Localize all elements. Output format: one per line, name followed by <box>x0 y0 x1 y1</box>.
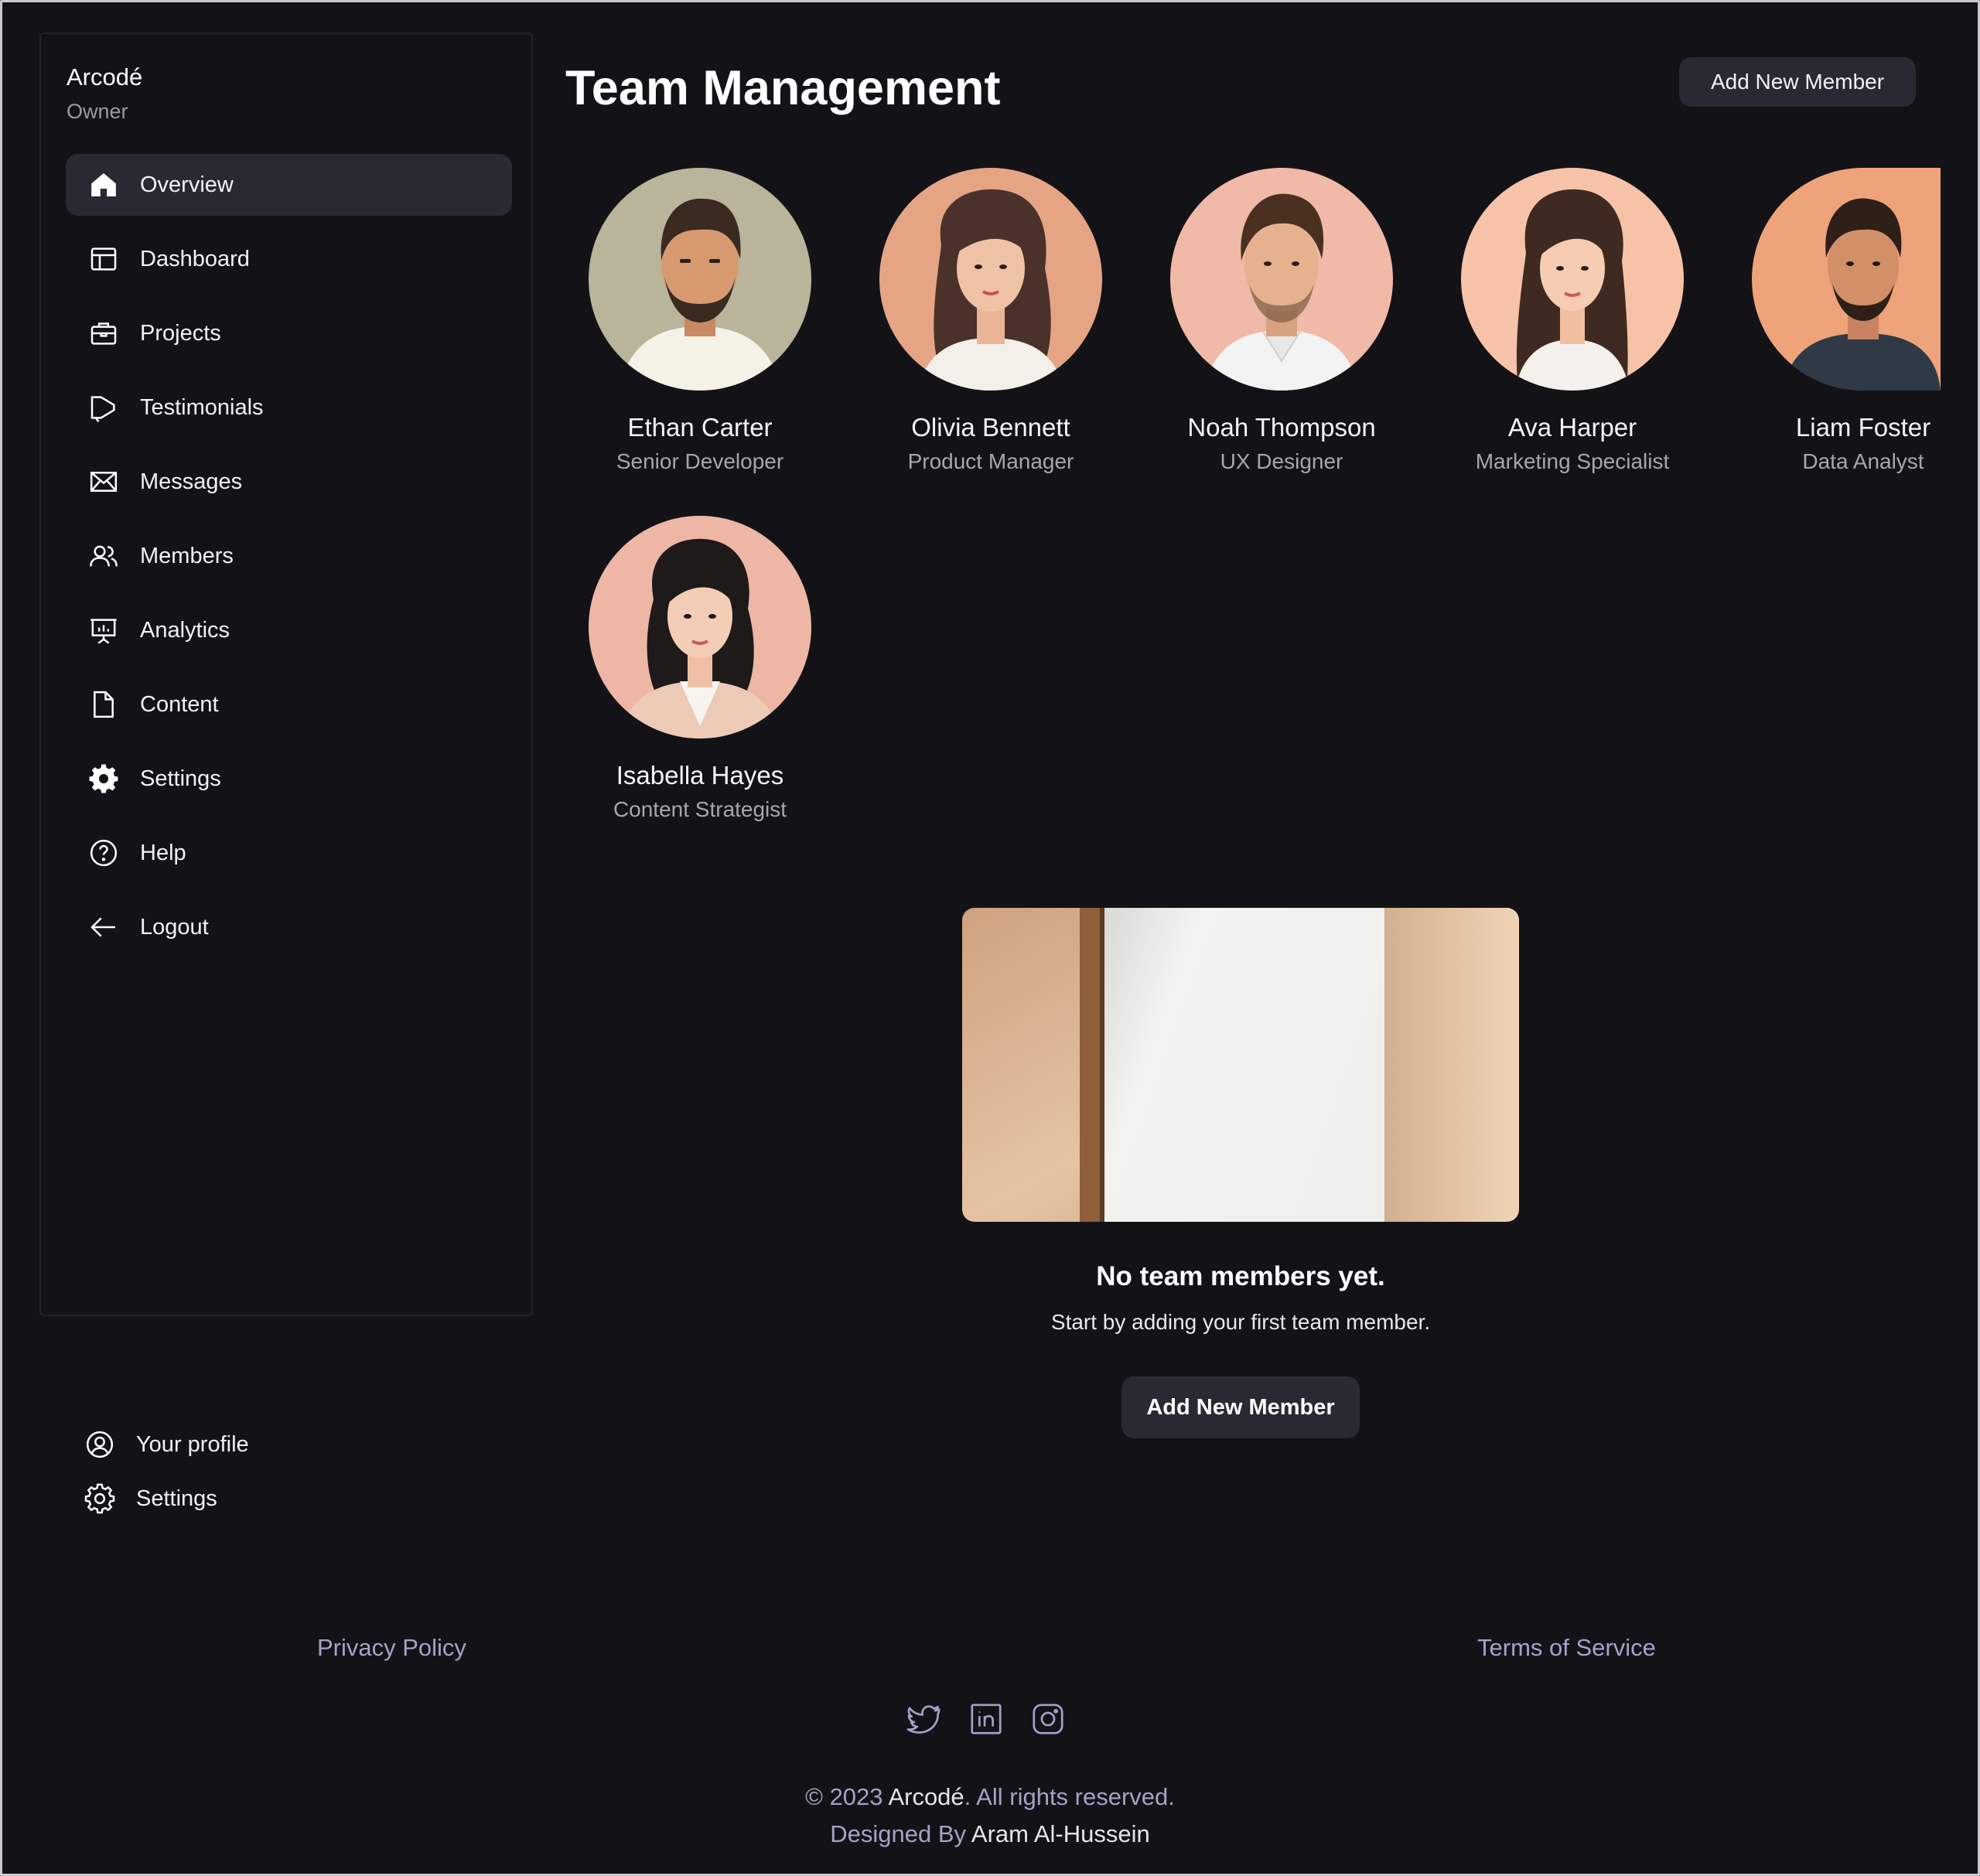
brand-role: Owner <box>67 100 128 123</box>
sidebar-item-label: Analytics <box>140 617 230 643</box>
copyright-suffix: . All rights reserved. <box>964 1783 1175 1810</box>
sidebar-item-label: Your profile <box>136 1431 249 1457</box>
sidebar-item-label: Settings <box>136 1485 217 1511</box>
empty-state-subtitle: Start by adding your first team member. <box>1050 1310 1431 1334</box>
sidebar-item-logout[interactable]: Logout <box>66 896 512 958</box>
page-title: Team Management <box>565 61 1001 115</box>
member-card[interactable]: Noah Thompson UX Designer <box>1170 168 1393 477</box>
sidebar-item-label: Testimonials <box>140 394 264 420</box>
sidebar-item-content[interactable]: Content <box>66 674 512 735</box>
avatar <box>589 516 811 738</box>
avatar <box>879 168 1102 391</box>
linkedin-icon[interactable] <box>968 1701 1004 1737</box>
sidebar-item-label: Settings <box>140 766 221 791</box>
add-first-member-button[interactable]: Add New Member <box>1121 1376 1360 1438</box>
member-role: Data Analyst <box>1802 449 1924 473</box>
users-icon <box>87 540 120 572</box>
sidebar-item-help[interactable]: Help <box>66 822 512 884</box>
sidebar-item-settings[interactable]: Settings <box>66 748 512 810</box>
member-card[interactable]: Ava Harper Marketing Specialist <box>1461 168 1684 477</box>
avatar <box>1461 168 1684 391</box>
sidebar-item-your-profile[interactable]: Your profile <box>84 1423 249 1466</box>
instagram-icon[interactable] <box>1030 1701 1066 1737</box>
member-role: Product Manager <box>907 449 1074 473</box>
sidebar-item-label: Logout <box>140 914 209 940</box>
terms-of-service-link[interactable]: Terms of Service <box>1477 1630 1656 1666</box>
sidebar-item-label: Help <box>140 840 186 865</box>
sidebar-item-testimonials[interactable]: Testimonials <box>66 377 512 438</box>
brand-block: Arcodé Owner <box>67 62 142 127</box>
member-name: Olivia Bennett <box>911 413 1070 442</box>
sidebar-nav: Overview Dashboard Projects Testimonials… <box>66 154 512 970</box>
sidebar-item-label: Dashboard <box>140 246 250 271</box>
member-name: Ethan Carter <box>627 413 773 442</box>
member-card[interactable]: Ethan Carter Senior Developer <box>589 168 811 477</box>
member-role: UX Designer <box>1220 449 1343 473</box>
question-circle-icon <box>87 837 120 869</box>
members-grid: Ethan Carter Senior Developer Olivia Ben… <box>589 168 1950 841</box>
member-name: Ava Harper <box>1507 413 1637 442</box>
designed-prefix: Designed By <box>830 1820 971 1847</box>
mail-icon <box>87 466 120 498</box>
member-role: Marketing Specialist <box>1475 449 1670 473</box>
sidebar-item-projects[interactable]: Projects <box>66 302 512 364</box>
sidebar-item-messages[interactable]: Messages <box>66 451 512 513</box>
sidebar-item-members[interactable]: Members <box>66 525 512 587</box>
member-card[interactable]: Isabella Hayes Content Strategist <box>589 516 811 825</box>
sidebar-item-label: Content <box>140 691 219 717</box>
designer-name[interactable]: Aram Al-Hussein <box>971 1820 1150 1847</box>
sidebar-bottom-nav: Your profile Settings <box>84 1423 249 1531</box>
sidebar-item-label: Projects <box>140 320 221 346</box>
add-new-member-button[interactable]: Add New Member <box>1679 57 1916 107</box>
empty-state-illustration <box>962 908 1519 1222</box>
member-card[interactable]: Olivia Bennett Product Manager <box>879 168 1102 477</box>
copyright-prefix: © 2023 <box>805 1783 889 1810</box>
gear-solid-icon <box>87 762 120 795</box>
sidebar-item-settings-bottom[interactable]: Settings <box>84 1477 249 1520</box>
member-name: Noah Thompson <box>1187 413 1376 442</box>
document-icon <box>87 688 120 721</box>
empty-state-title: No team members yet. <box>1096 1261 1385 1291</box>
member-name: Liam Foster <box>1795 413 1931 442</box>
sidebar-item-dashboard[interactable]: Dashboard <box>66 228 512 290</box>
layout-icon <box>87 243 120 275</box>
member-role: Senior Developer <box>616 449 784 473</box>
gear-icon <box>84 1482 116 1515</box>
brand-name: Arcodé <box>67 63 143 90</box>
arrow-left-icon <box>87 911 120 943</box>
sidebar-item-label: Members <box>140 543 234 568</box>
social-links <box>906 1701 1066 1737</box>
sidebar-item-label: Messages <box>140 469 243 494</box>
user-circle-icon <box>84 1428 116 1461</box>
home-icon <box>87 169 120 201</box>
briefcase-icon <box>87 317 120 350</box>
member-card[interactable]: Liam Foster Data Analyst <box>1752 168 1950 477</box>
copyright: © 2023 Arcodé. All rights reserved. <box>0 1779 1980 1816</box>
presentation-chart-icon <box>87 614 120 646</box>
avatar <box>1170 168 1393 391</box>
privacy-policy-link[interactable]: Privacy Policy <box>317 1630 466 1666</box>
designed-by: Designed By Aram Al-Hussein <box>0 1816 1980 1853</box>
sidebar-item-label: Overview <box>140 172 234 197</box>
member-name: Isabella Hayes <box>616 761 784 790</box>
twitter-icon[interactable] <box>906 1701 942 1737</box>
copyright-brand: Arcodé <box>888 1783 964 1810</box>
member-role: Content Strategist <box>613 797 787 821</box>
sidebar: Arcodé Owner Overview Dashboard Projects <box>39 32 533 1316</box>
avatar <box>1752 168 1941 391</box>
sidebar-item-analytics[interactable]: Analytics <box>66 599 512 661</box>
megaphone-icon <box>87 391 120 424</box>
avatar <box>589 168 811 391</box>
sidebar-item-overview[interactable]: Overview <box>66 154 512 216</box>
